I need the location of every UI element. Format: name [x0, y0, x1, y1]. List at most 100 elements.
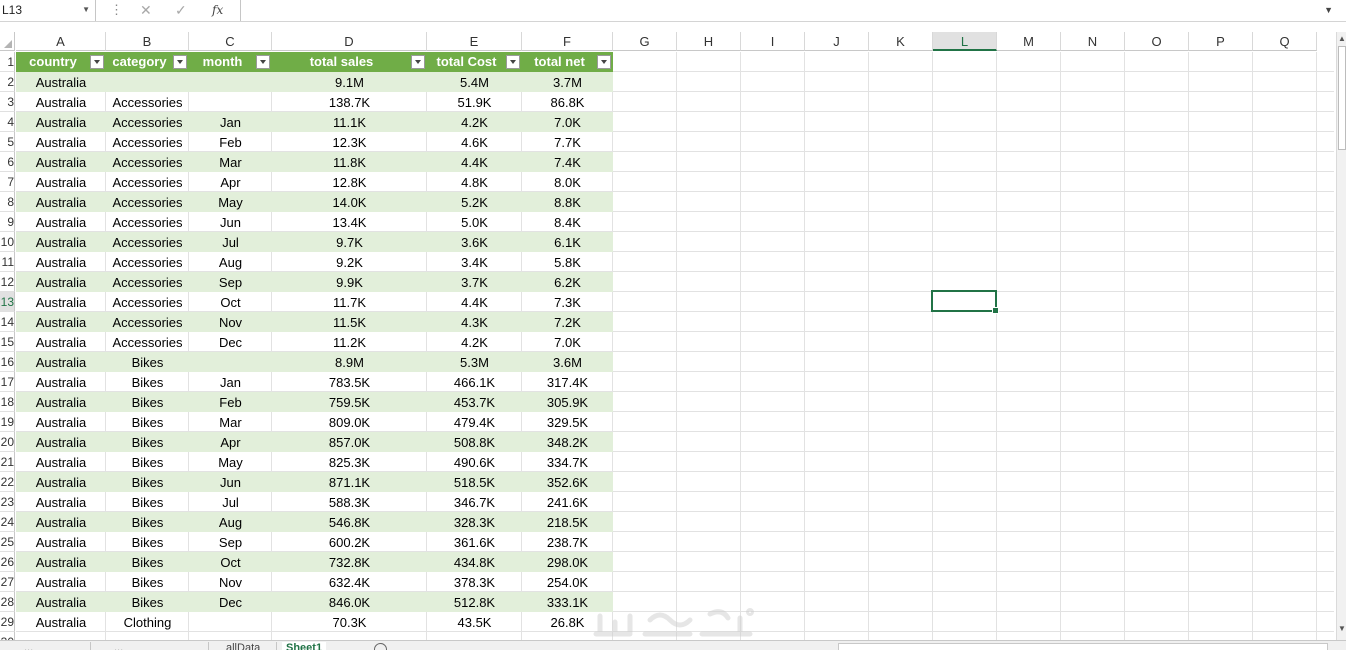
table-cell[interactable]: 7.7K	[522, 132, 613, 152]
table-cell[interactable]: 4.2K	[427, 332, 522, 352]
column-header-b[interactable]: B	[106, 32, 189, 51]
table-cell[interactable]: Aug	[189, 512, 272, 532]
row-header-13[interactable]: 13	[0, 292, 15, 312]
table-cell[interactable]: Accessories	[106, 112, 189, 132]
table-cell[interactable]: Bikes	[106, 452, 189, 472]
filter-dropdown-icon[interactable]	[411, 55, 425, 69]
row-header-20[interactable]: 20	[0, 432, 15, 452]
row-header-26[interactable]: 26	[0, 552, 15, 572]
table-cell[interactable]: 238.7K	[522, 532, 613, 552]
table-cell[interactable]: 11.5K	[272, 312, 427, 332]
table-cell[interactable]: Jan	[189, 112, 272, 132]
row-header-23[interactable]: 23	[0, 492, 15, 512]
row-header-21[interactable]: 21	[0, 452, 15, 472]
table-cell[interactable]: 3.6M	[522, 352, 613, 372]
scroll-up-icon[interactable]: ▲	[1338, 34, 1346, 43]
table-cell[interactable]: 3.6K	[427, 232, 522, 252]
table-cell[interactable]: 546.8K	[272, 512, 427, 532]
name-box-dropdown-icon[interactable]: ▼	[82, 0, 90, 20]
table-cell[interactable]: 361.6K	[427, 532, 522, 552]
scroll-down-icon[interactable]: ▼	[1338, 624, 1346, 633]
table-cell[interactable]: 588.3K	[272, 492, 427, 512]
table-cell[interactable]: Aug	[189, 252, 272, 272]
row-header-22[interactable]: 22	[0, 472, 15, 492]
table-cell[interactable]: 466.1K	[427, 372, 522, 392]
table-cell[interactable]: 8.8K	[522, 192, 613, 212]
table-cell[interactable]: 3.7K	[427, 272, 522, 292]
table-cell[interactable]: Nov	[189, 312, 272, 332]
table-cell[interactable]: Mar	[189, 412, 272, 432]
table-cell[interactable]: 3.7M	[522, 72, 613, 92]
table-cell[interactable]: 378.3K	[427, 572, 522, 592]
column-header-g[interactable]: G	[613, 32, 677, 51]
table-cell[interactable]: Australia	[16, 172, 106, 192]
row-header-29[interactable]: 29	[0, 612, 15, 632]
row-header-18[interactable]: 18	[0, 392, 15, 412]
table-cell[interactable]: 809.0K	[272, 412, 427, 432]
table-cell[interactable]: 329.5K	[522, 412, 613, 432]
table-cell[interactable]	[189, 92, 272, 112]
filter-dropdown-icon[interactable]	[256, 55, 270, 69]
table-cell[interactable]: Australia	[16, 592, 106, 612]
table-cell[interactable]: Australia	[16, 372, 106, 392]
table-cell[interactable]: 334.7K	[522, 452, 613, 472]
column-header-p[interactable]: P	[1189, 32, 1253, 51]
column-header-a[interactable]: A	[16, 32, 106, 51]
table-cell[interactable]: 512.8K	[427, 592, 522, 612]
row-header-6[interactable]: 6	[0, 152, 15, 172]
table-cell[interactable]: 328.3K	[427, 512, 522, 532]
table-cell[interactable]: Australia	[16, 292, 106, 312]
table-cell[interactable]: Mar	[189, 152, 272, 172]
table-cell[interactable]: Australia	[16, 212, 106, 232]
column-header-j[interactable]: J	[805, 32, 869, 51]
filter-dropdown-icon[interactable]	[597, 55, 611, 69]
table-cell[interactable]: Clothing	[106, 612, 189, 632]
column-header-o[interactable]: O	[1125, 32, 1189, 51]
sheet-tab-alldata[interactable]: allData	[222, 642, 264, 650]
table-cell[interactable]: 6.1K	[522, 232, 613, 252]
row-header-25[interactable]: 25	[0, 532, 15, 552]
row-header-27[interactable]: 27	[0, 572, 15, 592]
table-cell[interactable]: Apr	[189, 432, 272, 452]
table-cell[interactable]: Jul	[189, 492, 272, 512]
table-cell[interactable]: Bikes	[106, 492, 189, 512]
insert-function-icon[interactable]: fx	[212, 0, 223, 20]
table-cell[interactable]: 43.5K	[427, 612, 522, 632]
table-cell[interactable]: 518.5K	[427, 472, 522, 492]
table-cell[interactable]: 5.0K	[427, 212, 522, 232]
vertical-scrollbar[interactable]: ▲ ▼	[1336, 32, 1346, 640]
table-cell[interactable]: May	[189, 452, 272, 472]
table-cell[interactable]: Australia	[16, 512, 106, 532]
table-cell[interactable]: 732.8K	[272, 552, 427, 572]
table-cell[interactable]: Australia	[16, 472, 106, 492]
table-cell[interactable]: Australia	[16, 392, 106, 412]
table-cell[interactable]: 508.8K	[427, 432, 522, 452]
row-header-3[interactable]: 3	[0, 92, 15, 112]
table-cell[interactable]: Accessories	[106, 212, 189, 232]
name-box[interactable]: L13 ▼	[0, 0, 96, 21]
enter-icon[interactable]: ✓	[175, 0, 187, 20]
row-header-8[interactable]: 8	[0, 192, 15, 212]
table-cell[interactable]: 11.7K	[272, 292, 427, 312]
table-cell[interactable]: 352.6K	[522, 472, 613, 492]
table-cell[interactable]: 8.0K	[522, 172, 613, 192]
table-cell[interactable]: Bikes	[106, 392, 189, 412]
table-cell[interactable]: Australia	[16, 132, 106, 152]
table-cell[interactable]: Australia	[16, 92, 106, 112]
row-header-17[interactable]: 17	[0, 372, 15, 392]
table-cell[interactable]: 9.9K	[272, 272, 427, 292]
column-header-h[interactable]: H	[677, 32, 741, 51]
table-cell[interactable]: 218.5K	[522, 512, 613, 532]
table-cell[interactable]: 70.3K	[272, 612, 427, 632]
table-cell[interactable]: Jun	[189, 212, 272, 232]
table-cell[interactable]: Australia	[16, 492, 106, 512]
table-cell[interactable]: Accessories	[106, 172, 189, 192]
add-sheet-icon[interactable]	[374, 643, 387, 650]
table-cell[interactable]: 348.2K	[522, 432, 613, 452]
table-cell[interactable]: 12.8K	[272, 172, 427, 192]
table-cell[interactable]: Australia	[16, 312, 106, 332]
table-cell[interactable]: 8.9M	[272, 352, 427, 372]
table-cell[interactable]: Nov	[189, 572, 272, 592]
row-header-14[interactable]: 14	[0, 312, 15, 332]
column-header-c[interactable]: C	[189, 32, 272, 51]
